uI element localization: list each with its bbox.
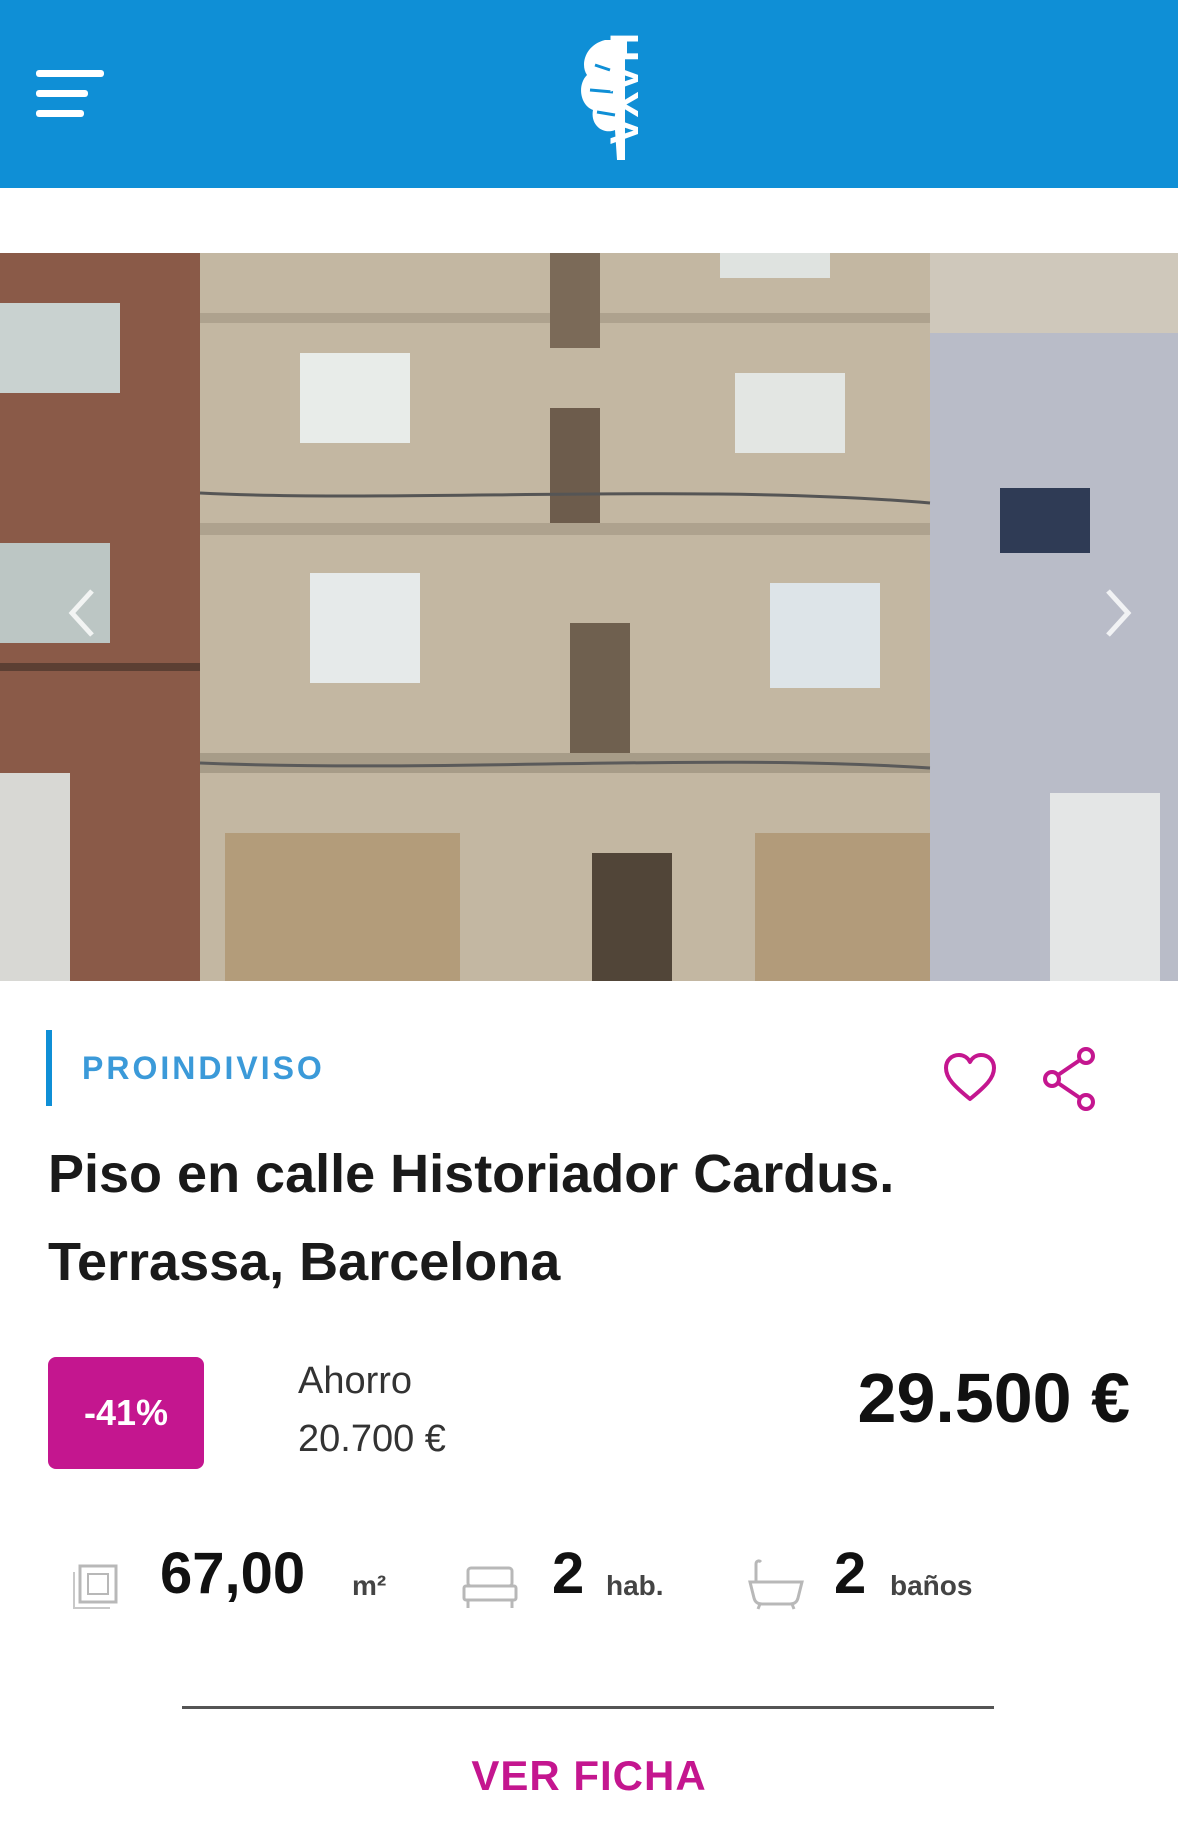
savings-value: 20.700 € xyxy=(298,1418,446,1460)
rooms-value: 2 xyxy=(552,1541,585,1606)
area-value: 67,00 xyxy=(160,1541,306,1606)
property-tag: PROINDIVISO xyxy=(82,1050,325,1086)
title-line-1: Piso en calle Historiador Cardus. xyxy=(48,1144,895,1204)
photo-next-icon[interactable] xyxy=(1098,583,1138,643)
haya-logo[interactable]: HAYA xyxy=(575,20,675,170)
title-line-2: Terrassa, Barcelona xyxy=(48,1232,561,1292)
property-photo[interactable] xyxy=(0,253,1178,981)
listing-card: HAYA PROINDIVISO Piso en calle Historiad… xyxy=(0,0,1200,1830)
logo-text: HAYA xyxy=(601,33,646,147)
share-icon[interactable] xyxy=(1040,1046,1100,1112)
divider xyxy=(182,1706,994,1709)
baths-value: 2 xyxy=(834,1541,867,1606)
area-icon xyxy=(73,1564,118,1609)
bed-icon xyxy=(462,1566,518,1608)
price: 29.500 € xyxy=(857,1359,1130,1437)
savings-label: Ahorro xyxy=(298,1360,413,1402)
bathtub-icon xyxy=(748,1559,804,1610)
hamburger-menu-icon[interactable] xyxy=(36,66,106,124)
view-details-button[interactable]: VER FICHA xyxy=(0,1752,1178,1800)
area-unit: m² xyxy=(352,1570,387,1601)
heart-icon[interactable] xyxy=(942,1052,998,1104)
discount-badge: -41% xyxy=(48,1357,204,1469)
building-image xyxy=(0,253,1178,981)
photo-prev-icon[interactable] xyxy=(62,583,102,643)
rooms-unit: hab. xyxy=(606,1570,664,1601)
features-row: 67,00 m² 2 hab. 2 baños xyxy=(0,1530,1178,1630)
property-title[interactable]: Piso en calle Historiador Cardus. Terras… xyxy=(48,1130,1128,1306)
tag-accent-bar xyxy=(46,1030,52,1106)
baths-unit: baños xyxy=(890,1570,973,1601)
app-header: HAYA xyxy=(0,0,1178,188)
